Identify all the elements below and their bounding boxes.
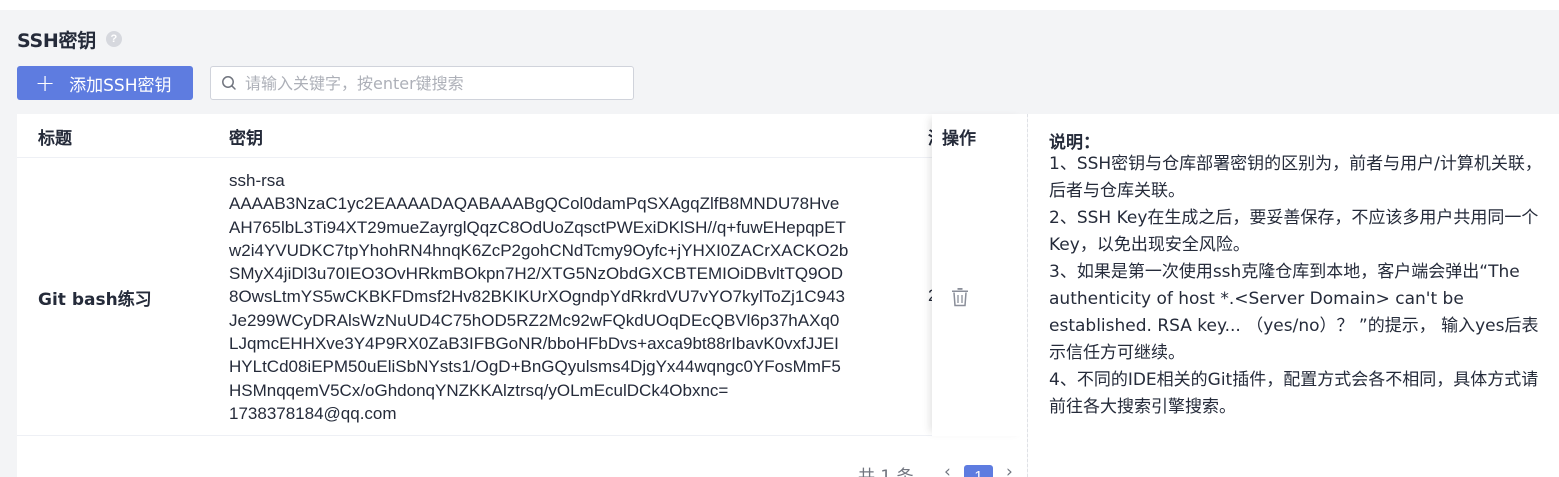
row-key: ssh-rsa AAAAB3NzaC1yc2EAAAADAQABAAABgQCo…	[229, 169, 899, 425]
add-ssh-key-button[interactable]: + 添加SSH密钥	[17, 66, 193, 100]
row-title: Git bash练习	[38, 290, 152, 310]
plus-icon: +	[35, 69, 56, 97]
key-line: 8OwsLtmYS5wCKBKFDmsf2Hv82BKIKUrXOgndpYdR…	[229, 287, 846, 307]
note-item: 1、SSH密钥与仓库部署密钥的区别为，前者与用户/计算机关联，后者与仓库关联。	[1049, 154, 1542, 201]
key-line: Je299WCyDRAlsWzNuUD4C75hOD5RZ2Mc92wFQkdU…	[229, 310, 840, 330]
column-header-key: 密钥	[229, 129, 263, 149]
add-ssh-key-label: 添加SSH密钥	[69, 75, 172, 96]
chevron-left-icon[interactable]: ‹	[944, 462, 951, 477]
key-line: ssh-rsa	[229, 171, 285, 190]
key-line: AAAAB3NzaC1yc2EAAAADAQABAAABgQCol0damPqS…	[229, 194, 840, 214]
search-box[interactable]	[210, 66, 634, 100]
notes-body: 1、SSH密钥与仓库部署密钥的区别为，前者与用户/计算机关联，后者与仓库关联。 …	[1049, 151, 1549, 421]
pagination-total: 共 1 条	[858, 467, 914, 477]
page-title: SSH密钥	[17, 29, 96, 52]
note-item: 3、如果是第一次使用ssh克隆仓库到本地，客户端会弹出“The authenti…	[1049, 262, 1539, 363]
note-item: 2、SSH Key在生成之后，要妥善保存，不应该多用户共用同一个Key，以免出现…	[1049, 208, 1539, 255]
search-input[interactable]	[245, 73, 633, 93]
trash-icon[interactable]	[951, 287, 969, 307]
actions-column: 操作	[932, 114, 1027, 436]
key-line: LJqmcEHHXve3Y4P9RX0ZaB3IFBGoNR/bboHFbDvs…	[229, 334, 839, 354]
page-button-current[interactable]: 1	[964, 465, 993, 477]
row-divider	[17, 435, 1027, 436]
note-item: 4、不同的IDE相关的Git插件，配置方式会各不相同，具体方式请前往各大搜索引擎…	[1049, 370, 1539, 417]
key-line: HYLtCd08iEPM50uEliSbNYsts1/OgD+BnGQyulsm…	[229, 357, 841, 377]
key-line: AH765lbL3Ti94XT29mueZayrglQqzC8OdUoZqsct…	[229, 217, 846, 237]
key-line: SMyX4jiDl3u70IEO3OvHRkmBOkpn7H2/XTG5NzOb…	[229, 264, 844, 284]
key-line: HSMnqqemV5Cx/oGhdonqYNZKKAlztrsq/yOLmEcu…	[229, 380, 729, 400]
header-divider	[17, 157, 1027, 158]
search-icon	[222, 76, 236, 90]
key-line: 1738378184@qq.com	[229, 403, 397, 423]
question-circle-icon[interactable]: ?	[105, 31, 122, 47]
panel-divider	[1027, 114, 1028, 477]
chevron-right-icon[interactable]: ›	[1006, 462, 1013, 477]
key-line: w2i4YVUDKC7tpYhohRN4hnqK6ZcP2gohCNdTcmy9…	[229, 240, 849, 260]
notes-title: 说明：	[1049, 133, 1100, 153]
page-header: SSH密钥 ?	[17, 26, 122, 52]
column-header-title: 标题	[38, 129, 72, 149]
column-header-actions: 操作	[942, 129, 976, 149]
